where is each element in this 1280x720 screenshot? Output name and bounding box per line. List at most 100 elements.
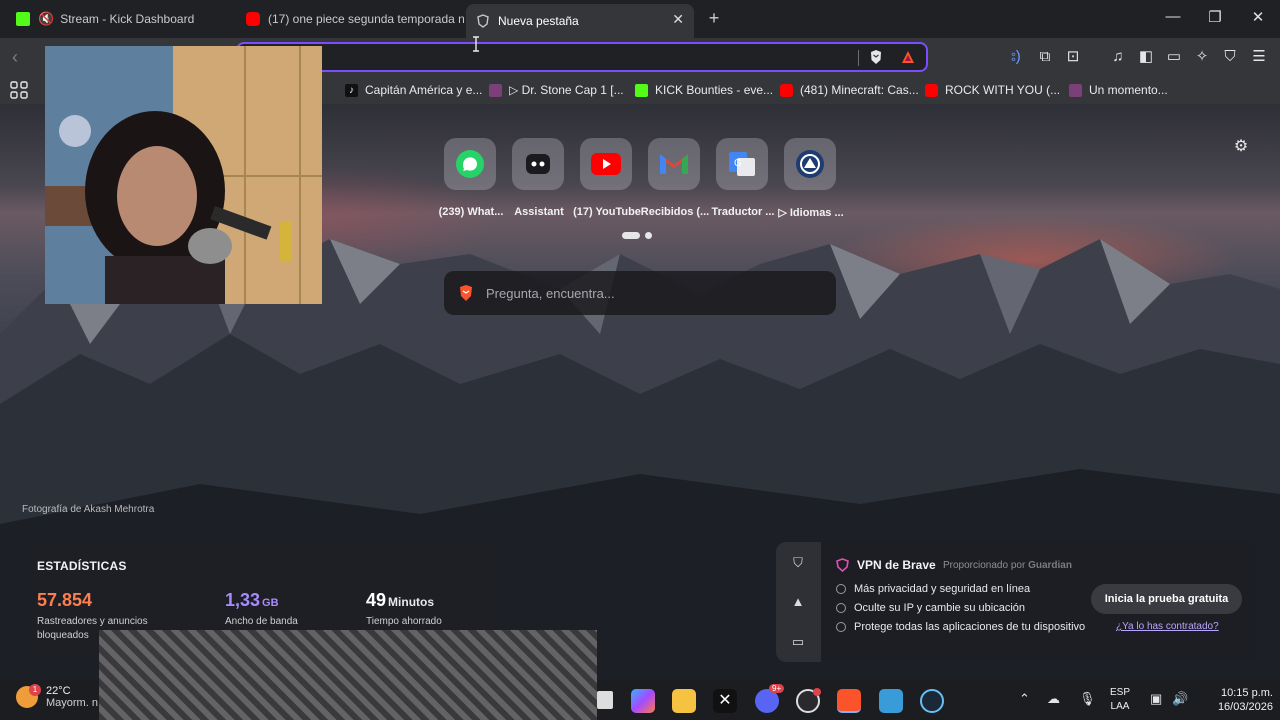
keyboard-layout: LAA — [1110, 701, 1130, 712]
leo-ai-icon[interactable]: ✧ — [1192, 47, 1212, 67]
rewards-triangle-icon[interactable]: ▲ — [790, 594, 806, 610]
address-input[interactable] — [248, 48, 848, 68]
search-box[interactable] — [444, 271, 836, 315]
speaker-icon[interactable]: 🔊 — [1172, 691, 1188, 707]
photo-credit[interactable]: Fotografía de Akash Mehrotra — [22, 504, 154, 515]
top-site-tile[interactable]: ▷ Idiomas ... — [776, 138, 844, 219]
bookmark-item[interactable]: ▷ Dr. Stone Cap 1 [... — [489, 82, 624, 98]
vpn-title-text: VPN de Brave — [857, 558, 936, 572]
idiomas-icon — [796, 150, 824, 178]
chevron-up-icon[interactable]: ⌃ — [1019, 691, 1030, 707]
stat-unit: GB — [262, 597, 279, 609]
top-site-label: Traductor ... — [711, 206, 775, 218]
top-site-tile[interactable]: (239) What... — [436, 138, 504, 218]
youtube-icon — [780, 83, 793, 97]
page-dot[interactable] — [645, 232, 652, 239]
page-dot-active[interactable] — [622, 232, 640, 239]
top-site-label: ▷ Idiomas ... — [778, 207, 844, 219]
check-circle-icon — [836, 622, 846, 632]
steam-icon[interactable] — [920, 689, 944, 713]
wallet-icon[interactable]: ▭ — [1164, 47, 1184, 67]
screenshot-icon[interactable]: ⊡ — [1063, 47, 1083, 67]
vpn-feature: Oculte su IP y cambie su ubicación — [836, 602, 1025, 614]
top-site-label: (239) What... — [438, 206, 504, 218]
vpn-shield-icon[interactable]: ⛉ — [1220, 47, 1240, 67]
onedrive-cloud-icon[interactable]: ☁ — [1047, 691, 1060, 707]
top-sites-grid: (239) What... Assistant (17) YouTube Rec… — [432, 138, 852, 219]
gmail-icon — [660, 154, 688, 174]
system-clock[interactable]: 10:15 p.m. 16/03/2026 — [1203, 686, 1273, 714]
divider — [858, 50, 859, 66]
top-site-tile[interactable]: Assistant — [504, 138, 572, 218]
youtube-icon — [246, 12, 260, 26]
search-input[interactable] — [486, 283, 816, 303]
youtube-icon — [925, 83, 938, 97]
vpn-feature-text: Oculte su IP y cambie su ubicación — [854, 602, 1025, 614]
gear-icon[interactable]: ⚙ — [1232, 138, 1250, 156]
stat-label-line: Rastreadores y anuncios — [37, 616, 148, 627]
brave-talk-icon[interactable]: ⦂) — [1006, 47, 1026, 67]
stat-value: 1,33 — [225, 590, 261, 610]
bookmark-item[interactable]: Un momento... — [1069, 82, 1168, 98]
language-indicator[interactable]: ESP LAA — [1110, 686, 1130, 714]
top-site-tile[interactable]: (17) YouTube — [572, 138, 641, 218]
assistant-icon — [526, 154, 550, 174]
time: 10:15 p.m. — [1221, 687, 1273, 699]
bookmark-item[interactable]: ROCK WITH YOU (... — [925, 82, 1060, 98]
stat-unit: Minutos — [388, 595, 435, 609]
tile-background: G — [716, 138, 768, 190]
bookmark-item[interactable]: (481) Minecraft: Cas... — [780, 82, 919, 98]
extensions-puzzle-icon[interactable]: ⧉ — [1035, 47, 1055, 67]
bookmark-label: Un momento... — [1089, 83, 1168, 97]
talk-camera-icon[interactable]: ▭ — [790, 634, 806, 650]
brave-rewards-icon[interactable] — [901, 50, 915, 64]
widget-switcher: ⛉ ▲ ▭ — [776, 542, 821, 662]
top-site-tile[interactable]: Recibidos (... — [640, 138, 709, 218]
tile-background — [512, 138, 564, 190]
tab-youtube-one-piece[interactable]: (17) one piece segunda temporada n — [236, 4, 464, 34]
menu-icon[interactable]: ☰ — [1249, 47, 1269, 67]
new-tab-button[interactable]: + — [705, 8, 723, 28]
restore-icon[interactable]: ❐ — [1203, 8, 1227, 28]
brave-logo-icon — [460, 285, 472, 301]
discord-icon[interactable]: 9+ — [755, 684, 785, 713]
tile-background — [784, 138, 836, 190]
stat-label: Tiempo ahorrado — [366, 616, 442, 627]
microphone-icon[interactable]: 🎙 — [1079, 691, 1096, 707]
top-site-tile[interactable]: G Traductor ... — [708, 138, 776, 218]
weather-widget[interactable]: 1 22°C Mayorm. n — [16, 684, 98, 709]
photos-icon[interactable] — [879, 689, 903, 713]
translate-icon: G — [729, 152, 755, 176]
network-icon[interactable]: ▣ — [1150, 691, 1162, 707]
address-bar[interactable] — [236, 42, 928, 72]
svg-text:G: G — [734, 158, 742, 169]
minimize-icon[interactable]: — — [1161, 8, 1185, 28]
vpn-shield-icon[interactable]: ⛉ — [790, 555, 806, 571]
tab-title: Stream - Kick Dashboard — [60, 12, 195, 26]
bookmark-item[interactable]: ♪ Capitán América y e... — [345, 82, 482, 98]
already-purchased-link[interactable]: ¿Ya lo has contratado? — [1116, 621, 1219, 632]
close-window-icon[interactable]: ✕ — [1246, 8, 1270, 28]
back-arrow-icon[interactable]: ‹ — [12, 47, 18, 68]
close-tab-icon[interactable]: ✕ — [672, 11, 684, 28]
tab-kick-dashboard[interactable]: 🔇 Stream - Kick Dashboard — [6, 4, 232, 34]
capcut-icon[interactable]: ✕ — [713, 689, 737, 713]
bookmark-item[interactable]: KICK Bounties - eve... — [635, 82, 773, 98]
file-explorer-icon[interactable] — [672, 689, 696, 713]
brave-browser-icon[interactable] — [837, 689, 861, 713]
tab-new-tab[interactable]: Nueva pestaña ✕ — [466, 4, 694, 38]
muted-speaker-icon[interactable]: 🔇 — [38, 11, 54, 27]
recording-dot — [813, 688, 821, 696]
notepad-icon[interactable] — [597, 691, 613, 709]
brave-shield-icon — [477, 14, 489, 28]
brave-shields-icon[interactable] — [869, 49, 883, 65]
start-free-trial-button[interactable]: Inicia la prueba gratuita — [1091, 584, 1242, 614]
music-note-icon[interactable]: ♫ — [1108, 47, 1128, 67]
pagination-dots[interactable] — [622, 232, 654, 240]
apps-grid-icon[interactable] — [10, 81, 28, 99]
microsoft-365-icon[interactable] — [631, 689, 655, 713]
sidebar-icon[interactable]: ◧ — [1136, 47, 1156, 67]
tab-title: (17) one piece segunda temporada n — [268, 12, 464, 26]
tab-title: Nueva pestaña — [498, 14, 579, 28]
obs-studio-icon[interactable] — [796, 688, 821, 713]
